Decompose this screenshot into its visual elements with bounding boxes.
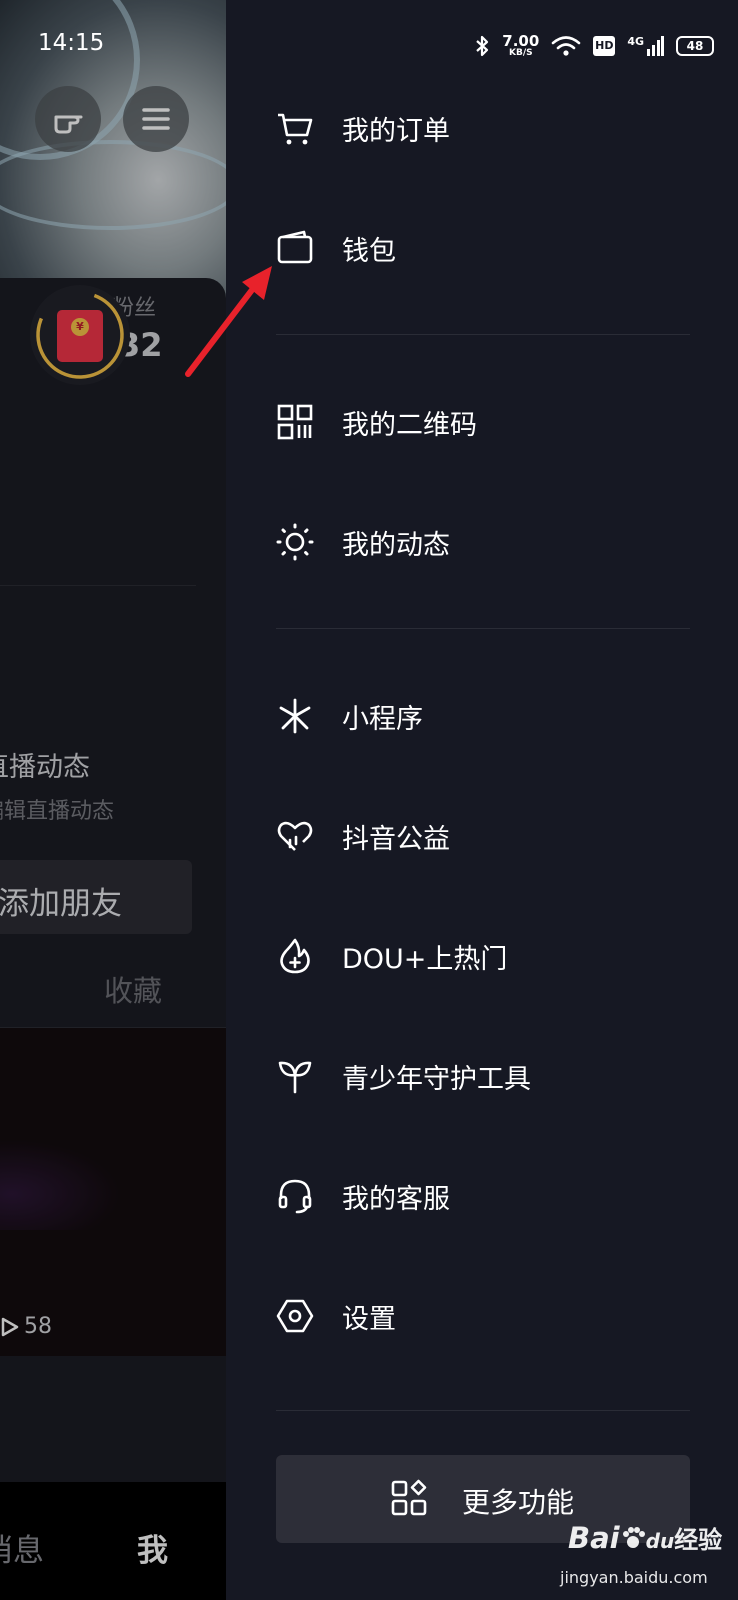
menu-item-label: 钱包 [342, 235, 396, 267]
network-speed-unit: KB/S [509, 48, 533, 58]
menu-item-label: 小程序 [342, 703, 423, 735]
menu-divider [276, 1410, 690, 1411]
baidu-watermark: Bai du经验 jingyan.baidu.com [560, 1520, 730, 1594]
flame-plus-icon [276, 937, 314, 975]
status-time: 14:15 [38, 30, 105, 56]
background-profile-page: 粉丝 32 ¥ 直播动态 编辑直播动态 添加朋友 收藏 58 消息 我 [0, 0, 226, 1600]
menu-item-label: 我的动态 [342, 529, 450, 561]
paw-icon [622, 1527, 645, 1548]
baidu-logo-cn: 经验 [674, 1526, 723, 1554]
sprout-icon [276, 1057, 314, 1095]
menu-item-wallet[interactable]: 钱包 [276, 208, 696, 288]
wifi-icon [552, 36, 581, 56]
hd-badge: HD [593, 36, 616, 56]
menu-item-qr-code[interactable]: 我的二维码 [276, 382, 696, 462]
mini-program-icon [276, 697, 314, 735]
cart-icon [276, 109, 314, 147]
charity-heart-icon [276, 817, 314, 855]
menu-item-dou-plus[interactable]: DOU+上热门 [276, 916, 696, 996]
dim-overlay[interactable] [0, 0, 226, 1600]
menu-item-charity[interactable]: 抖音公益 [276, 796, 696, 876]
bluetooth-icon [476, 35, 489, 57]
menu-item-label: 设置 [342, 1303, 396, 1335]
menu-item-settings[interactable]: 设置 [276, 1276, 696, 1356]
cell-signal: 4G [627, 35, 664, 57]
menu-divider [276, 334, 690, 335]
baidu-logo-latin: Bai [568, 1521, 620, 1555]
baidu-logo-du: du [645, 1529, 675, 1553]
signal-type: 4G [627, 35, 644, 48]
menu-item-moments[interactable]: 我的动态 [276, 502, 696, 582]
menu-item-orders[interactable]: 我的订单 [276, 88, 696, 168]
menu-item-label: 青少年守护工具 [342, 1063, 531, 1095]
settings-hexagon-icon [276, 1297, 314, 1335]
network-speed-value: 7.00 [502, 32, 540, 50]
menu-item-label: 我的二维码 [342, 409, 477, 441]
menu-item-label: 我的客服 [342, 1183, 450, 1215]
network-speed: 7.00 KB/S [502, 34, 539, 58]
status-icons: 7.00 KB/S HD 4G 48 [474, 30, 714, 62]
battery-indicator: 48 [676, 36, 714, 56]
qr-code-icon [276, 403, 314, 441]
menu-item-label: 我的订单 [342, 115, 450, 147]
headset-icon [276, 1177, 314, 1215]
annotation-arrow-icon [185, 266, 272, 377]
menu-item-customer-service[interactable]: 我的客服 [276, 1156, 696, 1236]
baidu-url: jingyan.baidu.com [560, 1568, 708, 1587]
apps-grid-icon [391, 1479, 427, 1516]
signal-bars-icon [647, 36, 664, 56]
more-features-label: 更多功能 [462, 1486, 575, 1519]
menu-item-mini-programs[interactable]: 小程序 [276, 676, 696, 756]
baidu-logo: Bai du经验 [568, 1520, 722, 1555]
wallet-icon [276, 229, 314, 267]
sun-icon [276, 523, 314, 561]
menu-item-label: DOU+上热门 [342, 943, 508, 975]
menu-divider [276, 628, 690, 629]
menu-item-youth-protection[interactable]: 青少年守护工具 [276, 1036, 696, 1116]
menu-item-label: 抖音公益 [342, 823, 450, 855]
